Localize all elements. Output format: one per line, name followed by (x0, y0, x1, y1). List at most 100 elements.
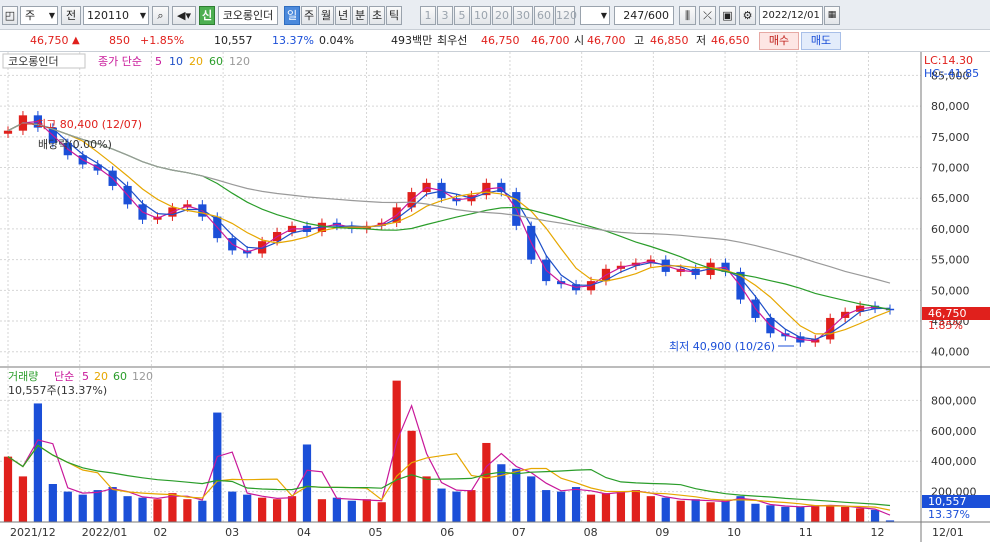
price-tick-label: 65,000 (931, 192, 970, 205)
window-icon[interactable]: ◰ (2, 6, 18, 25)
volume-bar (721, 500, 730, 522)
x-tick-label: 09 (655, 526, 669, 539)
volume-bar (512, 468, 521, 522)
stock-name: 코오롱인더 (218, 6, 278, 25)
volume-bar (228, 491, 237, 522)
buy-button[interactable]: 매수 (759, 32, 799, 50)
number-tab[interactable]: 1 (420, 6, 436, 25)
vol-ma20-legend: 20 (94, 370, 108, 383)
volume-bar (631, 490, 640, 522)
x-tick-label: 10 (727, 526, 741, 539)
volume-value: 10,557 (214, 34, 253, 47)
x-tick-label: 03 (225, 526, 239, 539)
cross-line-icon[interactable]: ⤫ (699, 6, 716, 25)
volume-bar (586, 494, 596, 522)
number-tab[interactable]: 20 (492, 6, 512, 25)
volume-bar (826, 505, 835, 522)
volume-tick-label: 400,000 (931, 455, 977, 468)
speaker-icon[interactable]: ◀▾ (172, 6, 196, 25)
sell-button[interactable]: 매도 (801, 32, 841, 50)
volume-bar (407, 430, 416, 522)
period-select[interactable]: 주 ▼ (20, 6, 58, 25)
volume-bar (198, 500, 207, 522)
volume-tick-label: 800,000 (931, 394, 977, 407)
date-field[interactable]: 2022/12/01 (759, 6, 823, 25)
price-tick-label: 75,000 (931, 131, 970, 144)
x-tick-label: 08 (584, 526, 598, 539)
current-volume-tag-pct: 13.37% (928, 508, 970, 521)
number-tab[interactable]: 10 (471, 6, 491, 25)
price-tick-label: 80,000 (931, 100, 970, 113)
x-tick-label: 06 (440, 526, 454, 539)
vol-ma5-legend: 5 (82, 370, 89, 383)
interval-tab[interactable]: 주 (301, 6, 317, 25)
volume-tick-label: 600,000 (931, 425, 977, 438)
x-tick-label: 05 (369, 526, 383, 539)
prev-button[interactable]: 전 (61, 6, 81, 25)
volume-bar (646, 496, 655, 522)
high-annotation: 최고 80,400 (12/07) (36, 118, 142, 131)
volume-bar (3, 456, 13, 522)
interval-tab[interactable]: 초 (369, 6, 385, 25)
interval-tab[interactable]: 일 (284, 6, 300, 25)
volume-value-line: 10,557주(13.37%) (8, 384, 107, 397)
interval-tab[interactable]: 년 (335, 6, 351, 25)
number-tab[interactable]: 5 (454, 6, 470, 25)
volume-bar (362, 499, 371, 522)
number-tab[interactable]: 30 (513, 6, 533, 25)
number-tab[interactable]: 3 (437, 6, 453, 25)
volume-bar (63, 491, 72, 522)
low-label: 저 (696, 34, 707, 47)
stock-code-input[interactable]: 120110 ▼ (83, 6, 149, 25)
interval-tab[interactable]: 분 (352, 6, 368, 25)
low-annotation: 최저 40,900 (10/26) (669, 340, 775, 353)
low-price: 46,650 (711, 34, 750, 47)
volume-bar (437, 488, 446, 522)
best-bid: 46,700 (531, 34, 570, 47)
x-tick-label: 2022/01 (82, 526, 128, 539)
ma20-legend: 20 (189, 55, 203, 68)
volume-bar (33, 403, 43, 522)
volume-bar (751, 503, 760, 522)
price-tick-label: 60,000 (931, 223, 970, 236)
x-tick-label: 12 (870, 526, 884, 539)
volume-bar (302, 444, 312, 522)
chevron-down-icon: ▼ (139, 11, 146, 20)
volume-bar (78, 494, 87, 522)
gear-icon[interactable]: ⚙ (739, 6, 756, 25)
ma5-legend: 5 (155, 55, 162, 68)
calendar-icon[interactable]: ▦ (824, 6, 840, 25)
volume-bar (108, 487, 117, 522)
candle-body (3, 130, 13, 134)
number-tab[interactable]: 60 (534, 6, 554, 25)
interval-tab[interactable]: 틱 (386, 6, 402, 25)
price-change-pct: +1.85% (140, 34, 185, 47)
volume-bar (557, 491, 566, 522)
volume-bar (542, 490, 551, 522)
volume-bar (571, 487, 581, 522)
volume-panel-title: 거래량 (8, 370, 38, 383)
ma10-legend: 10 (169, 55, 183, 68)
volume-bar (616, 491, 626, 522)
candle-icon[interactable]: ⫼ (679, 6, 696, 25)
turnover-rate: 0.04% (319, 34, 354, 47)
best-quote-label: 최우선 (437, 34, 468, 47)
search-icon[interactable]: ⌕ (152, 6, 169, 25)
interval-tab[interactable]: 월 (318, 6, 334, 25)
x-tick-label: 2021/12 (10, 526, 56, 539)
data-count-field[interactable]: 247/600 (614, 6, 674, 25)
up-arrow-icon: ▲ (72, 35, 80, 46)
volume-bar (796, 506, 805, 522)
number-tab[interactable]: 120 (555, 6, 577, 25)
volume-bar (676, 500, 685, 522)
volume-bar (48, 484, 57, 522)
x-tick-label: 12/01 (932, 526, 964, 539)
volume-bar (258, 497, 267, 522)
volume-pct: 13.37% (272, 34, 314, 47)
volume-bar (183, 499, 192, 522)
volume-bar (452, 491, 461, 522)
blank-select[interactable]: ▼ (580, 6, 610, 25)
save-icon[interactable]: ▣ (719, 6, 736, 25)
current-price: 46,750 (30, 34, 69, 47)
volume-bar (138, 497, 147, 522)
